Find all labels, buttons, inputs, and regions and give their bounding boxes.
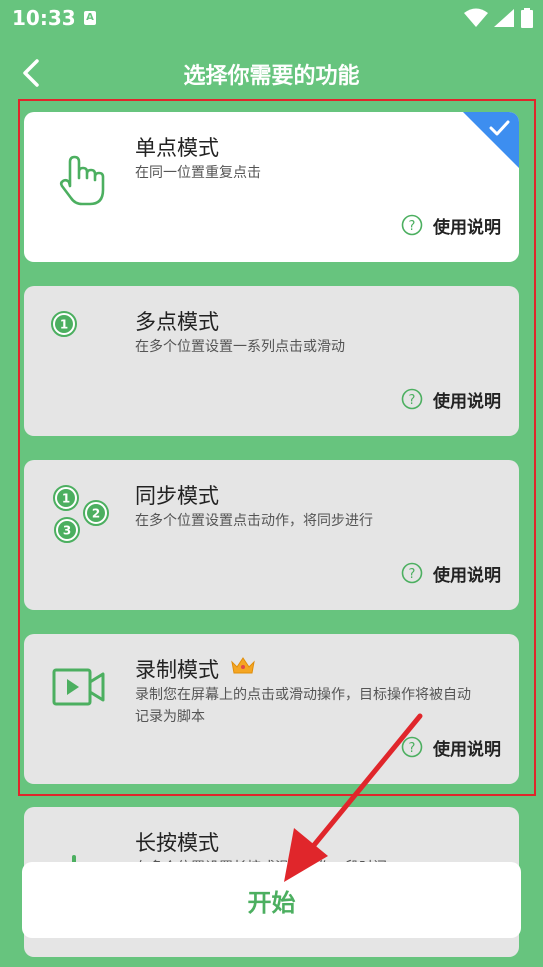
mode-card-record[interactable]: 录制模式 录制您在屏幕上的点击或滑动操作，目标操作将被自动记录为脚本 ? 使用说… xyxy=(24,634,519,784)
help-link[interactable]: ? 使用说明 xyxy=(401,386,501,412)
mode-title: 长按模式 xyxy=(135,831,219,855)
help-label: 使用说明 xyxy=(433,565,501,586)
video-camera-icon xyxy=(52,668,105,706)
svg-text:?: ? xyxy=(409,393,416,408)
help-label: 使用说明 xyxy=(433,217,501,238)
mode-title: 单点模式 xyxy=(135,136,219,160)
marker-number: 1 xyxy=(62,492,70,506)
selected-check-icon xyxy=(463,112,519,168)
notification-icon: A xyxy=(84,11,96,25)
status-bar: 10:33 A xyxy=(0,0,543,36)
svg-text:?: ? xyxy=(409,741,416,756)
question-circle-icon: ? xyxy=(401,388,423,410)
question-circle-icon: ? xyxy=(401,214,423,236)
mode-card-single-point[interactable]: 单点模式 在同一位置重复点击 ? 使用说明 xyxy=(24,112,519,262)
mode-title: 录制模式 xyxy=(135,658,219,682)
help-link[interactable]: ? 使用说明 xyxy=(401,734,501,760)
mode-title: 同步模式 xyxy=(135,484,219,508)
wifi-icon xyxy=(464,8,488,27)
help-label: 使用说明 xyxy=(433,391,501,412)
start-button-label: 开始 xyxy=(247,888,296,917)
multi-marker-icon: 1 2 3 xyxy=(53,485,109,543)
mode-title: 多点模式 xyxy=(135,310,219,334)
mode-card-sync[interactable]: 1 2 3 同步模式 在多个位置设置点击动作，将同步进行 ? 使用说明 xyxy=(24,460,519,610)
page-title: 选择你需要的功能 xyxy=(183,64,360,89)
svg-text:?: ? xyxy=(409,219,416,234)
battery-icon xyxy=(521,8,533,28)
status-time: 10:33 xyxy=(12,6,76,30)
point-marker-icon: 1 xyxy=(51,311,77,337)
marker-number: 3 xyxy=(63,524,71,538)
help-link[interactable]: ? 使用说明 xyxy=(401,212,501,238)
svg-text:?: ? xyxy=(409,567,416,582)
marker-number: 2 xyxy=(92,507,100,521)
mode-card-multi-point[interactable]: 1 多点模式 在多个位置设置一系列点击或滑动 ? 使用说明 xyxy=(24,286,519,436)
mode-description: 在同一位置重复点击 xyxy=(135,165,261,181)
crown-icon xyxy=(231,657,255,674)
mode-description: 在多个位置设置点击动作，将同步进行 xyxy=(135,513,373,529)
start-button[interactable]: 开始 xyxy=(22,862,521,938)
marker-number: 1 xyxy=(60,318,68,332)
mode-description: 录制您在屏幕上的点击或滑动操作，目标操作将被自动记录为脚本 xyxy=(135,687,471,725)
hand-pointer-icon xyxy=(59,155,105,206)
mode-description: 在多个位置设置一系列点击或滑动 xyxy=(135,339,345,355)
question-circle-icon: ? xyxy=(401,562,423,584)
help-label: 使用说明 xyxy=(433,739,501,760)
screen: 10:33 A 选择你需要的功能 单点模式 在同一位置重复点击 ? 使用说明 1… xyxy=(0,0,543,967)
signal-icon xyxy=(494,9,514,27)
help-link[interactable]: ? 使用说明 xyxy=(401,560,501,586)
question-circle-icon: ? xyxy=(401,736,423,758)
